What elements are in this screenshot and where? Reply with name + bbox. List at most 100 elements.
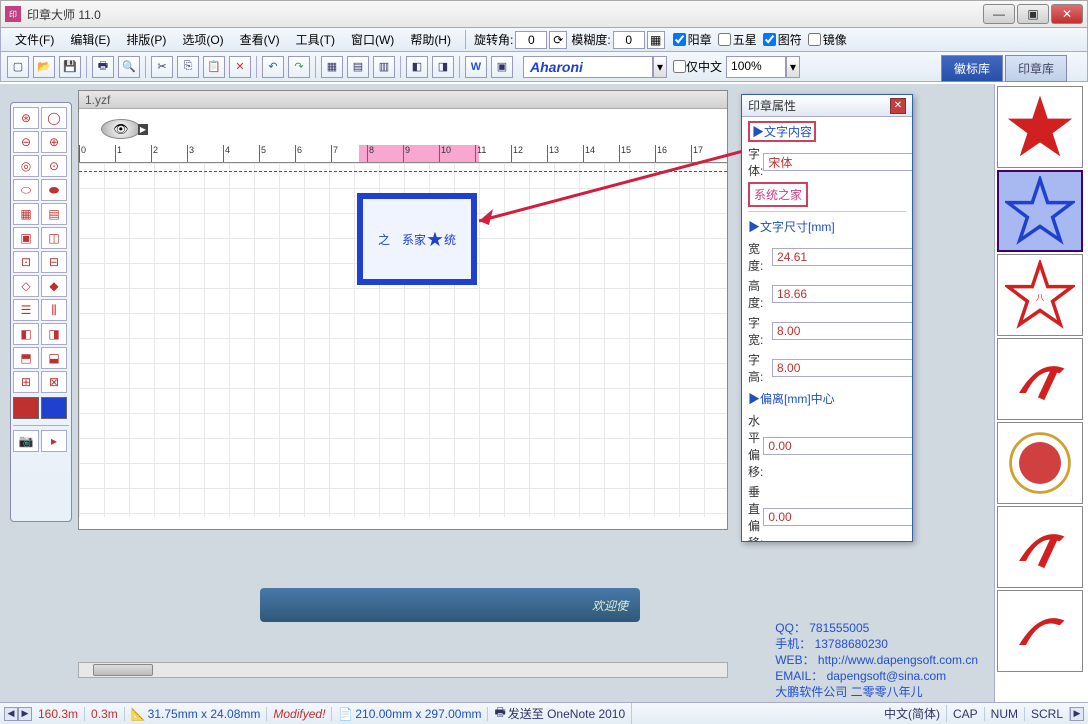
font-dropdown[interactable]: ▾ [653, 56, 667, 78]
prop-hoffset[interactable] [763, 437, 912, 455]
undo-button[interactable]: ↶ [262, 56, 284, 78]
blur-apply-button[interactable]: ▦ [647, 31, 665, 49]
emblem-red-star[interactable] [997, 86, 1083, 168]
sb-left[interactable]: ◀ [4, 707, 18, 721]
print-button[interactable]: 🖶 [92, 56, 114, 78]
save-button[interactable]: 💾 [59, 56, 81, 78]
emblem-hammer-sickle2[interactable] [997, 506, 1083, 588]
emblem-star-ba[interactable]: 八 [997, 254, 1083, 336]
section-text-content[interactable]: ▶文字内容 [748, 121, 816, 142]
menu-tools[interactable]: 工具(T) [288, 29, 343, 50]
rotate-label: 旋转角: [474, 31, 513, 48]
rotate-apply-button[interactable]: ⟳ [549, 31, 567, 49]
prop-font-select[interactable] [763, 153, 912, 171]
tool-sq3[interactable]: ⊡ [13, 251, 39, 273]
tool-f[interactable]: ▣ [491, 56, 513, 78]
tool-minus-circle[interactable]: ⊖ [13, 131, 39, 153]
tool-sq2[interactable]: ◫ [41, 227, 67, 249]
tool-x1[interactable]: ⊞ [13, 371, 39, 393]
tool-e[interactable]: ◨ [432, 56, 454, 78]
tool-split1[interactable]: ◧ [13, 323, 39, 345]
prop-close-button[interactable]: ✕ [890, 98, 906, 114]
preview-button[interactable]: 🔍 [118, 56, 140, 78]
prop-width[interactable] [772, 248, 912, 266]
prop-height[interactable] [772, 285, 912, 303]
open-button[interactable]: 📂 [33, 56, 55, 78]
tool-a[interactable]: ▦ [321, 56, 343, 78]
tool-b[interactable]: ▤ [347, 56, 369, 78]
prop-charheight[interactable] [772, 359, 912, 377]
tool-d[interactable]: ◧ [406, 56, 428, 78]
color-red[interactable] [13, 397, 39, 419]
tool-ring[interactable]: ◎ [13, 155, 39, 177]
prop-voffset[interactable] [763, 508, 912, 526]
menu-window[interactable]: 窗口(W) [343, 29, 402, 50]
menu-edit[interactable]: 编辑(E) [62, 29, 118, 50]
tool-circle-star[interactable]: ⊛ [13, 107, 39, 129]
rotate-input[interactable] [515, 31, 547, 49]
tool-x2[interactable]: ⊠ [41, 371, 67, 393]
copy-button[interactable]: ⎘ [177, 56, 199, 78]
font-select[interactable]: Aharoni [523, 56, 653, 78]
menu-options[interactable]: 选项(O) [174, 29, 231, 50]
color-blue[interactable] [41, 397, 67, 419]
zoom-select[interactable]: 100% [726, 56, 786, 78]
tool-more[interactable]: ▸ [41, 430, 67, 452]
new-button[interactable]: ▢ [7, 56, 29, 78]
tool-c[interactable]: ▥ [373, 56, 395, 78]
emblem-hammer-sickle[interactable] [997, 338, 1083, 420]
tool-ellipse2[interactable]: ⬬ [41, 179, 67, 201]
paste-button[interactable]: 📋 [203, 56, 225, 78]
cut-button[interactable]: ✂ [151, 56, 173, 78]
maximize-button[interactable]: ▣ [1017, 4, 1049, 24]
prop-charwidth[interactable] [772, 322, 912, 340]
eye-icon[interactable]: 👁 [101, 119, 141, 139]
tool-dot-circle[interactable]: ⊙ [41, 155, 67, 177]
tool-split4[interactable]: ⬓ [41, 347, 67, 369]
chk-positive[interactable] [673, 33, 686, 46]
tool-bars1[interactable]: ☰ [13, 299, 39, 321]
section-offset[interactable]: ▶偏离[mm]中心 [748, 388, 906, 409]
menu-help[interactable]: 帮助(H) [402, 29, 459, 50]
emblem-outline-star[interactable] [997, 170, 1083, 252]
h-scrollbar[interactable] [78, 662, 728, 678]
menu-file[interactable]: 文件(F) [7, 29, 62, 50]
tab-emblem-lib[interactable]: 徽标库 [941, 55, 1003, 82]
statusbar: ◀ ▶ 160.3m 0.3m 📐31.75mm x 24.08mm Modif… [0, 702, 1088, 724]
sb-right[interactable]: ▶ [18, 707, 32, 721]
tool-split3[interactable]: ⬒ [13, 347, 39, 369]
close-button[interactable]: ✕ [1051, 4, 1083, 24]
tool-grid[interactable]: ▦ [13, 203, 39, 225]
chk-mirror[interactable] [808, 33, 821, 46]
zoom-dropdown[interactable]: ▾ [786, 56, 800, 78]
tab-stamp-lib[interactable]: 印章库 [1005, 55, 1067, 82]
prop-text-input[interactable]: 系统之家 [748, 182, 808, 207]
tool-sq4[interactable]: ⊟ [41, 251, 67, 273]
tool-diamond[interactable]: ◇ [13, 275, 39, 297]
menu-view[interactable]: 查看(V) [232, 29, 288, 50]
stamp-object[interactable]: 之 系 家★统 [357, 193, 477, 285]
tool-sq1[interactable]: ▣ [13, 227, 39, 249]
chk-symbol[interactable] [763, 33, 776, 46]
blur-input[interactable] [613, 31, 645, 49]
tool-ellipse[interactable]: ⬭ [13, 179, 39, 201]
menu-layout[interactable]: 排版(P) [118, 29, 174, 50]
tool-w[interactable]: W [465, 56, 487, 78]
redo-button[interactable]: ↷ [288, 56, 310, 78]
sb-end[interactable]: ▶ [1070, 707, 1084, 721]
tool-diamond2[interactable]: ◆ [41, 275, 67, 297]
delete-button[interactable]: ✕ [229, 56, 251, 78]
canvas[interactable]: 之 系 家★统 [79, 163, 727, 517]
section-text-size[interactable]: ▶文字尺寸[mm] [748, 216, 906, 237]
tool-bars2[interactable]: ⫼ [41, 299, 67, 321]
emblem-national[interactable] [997, 422, 1083, 504]
tool-grid2[interactable]: ▤ [41, 203, 67, 225]
tool-split2[interactable]: ◨ [41, 323, 67, 345]
chk-star[interactable] [718, 33, 731, 46]
tool-plus-circle[interactable]: ⊕ [41, 131, 67, 153]
chk-cnonly[interactable] [673, 60, 686, 73]
tool-circle[interactable]: ◯ [41, 107, 67, 129]
minimize-button[interactable]: — [983, 4, 1015, 24]
emblem-hammer-sickle3[interactable] [997, 590, 1083, 672]
tool-camera[interactable]: 📷 [13, 430, 39, 452]
